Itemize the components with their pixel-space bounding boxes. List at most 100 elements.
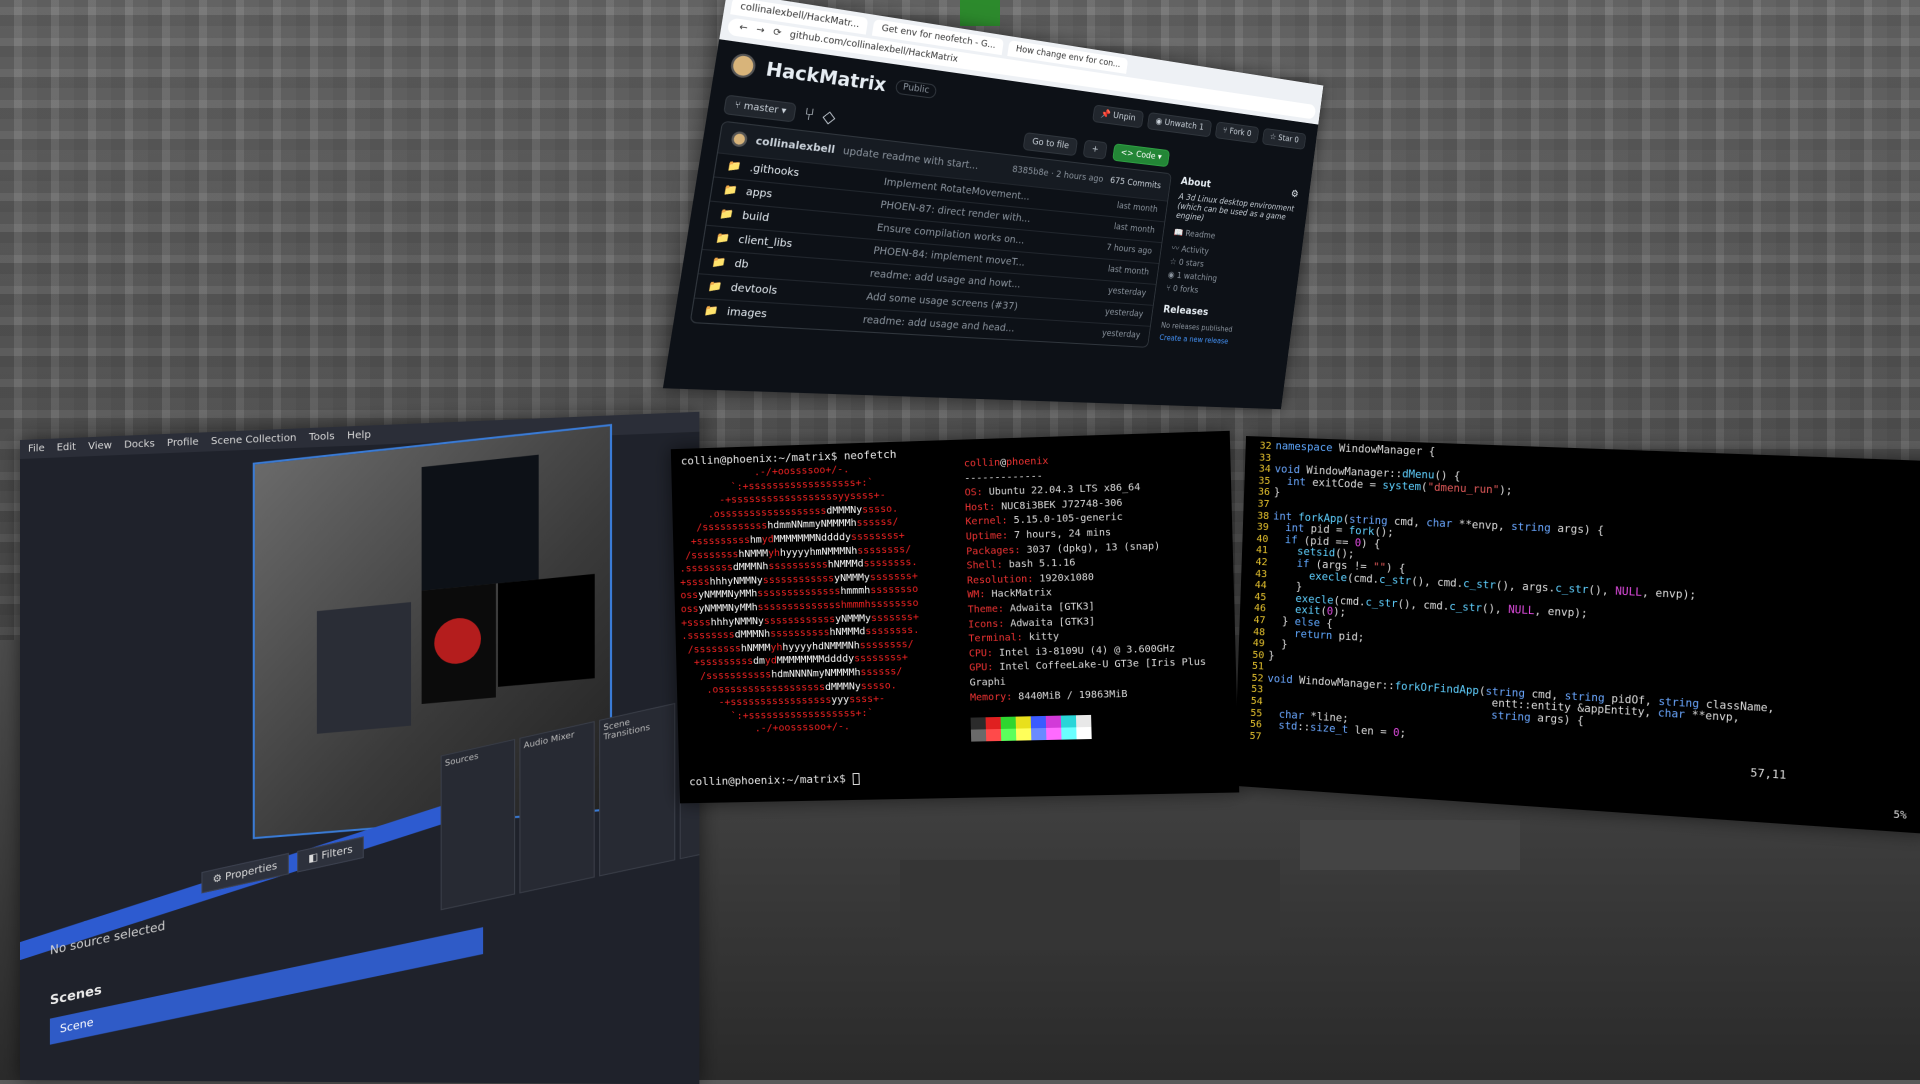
- sources-dock[interactable]: Sources: [441, 739, 515, 910]
- voxel-block: [1300, 820, 1520, 870]
- folder-icon: 📁: [711, 256, 727, 269]
- line-number: 44: [1247, 579, 1267, 592]
- scroll-percent: 5%: [1893, 809, 1907, 822]
- line-number: 46: [1246, 603, 1266, 616]
- menu-scene-collection[interactable]: Scene Collection: [211, 433, 297, 448]
- palette-swatch: [986, 717, 1001, 729]
- folder-icon: 📁: [715, 232, 731, 245]
- branches-icon[interactable]: ⑂: [803, 103, 816, 124]
- vim-code-window[interactable]: 32 33 34 35 36 37 38 39 40 41 42 43 44 45 46 47 48 49 50 51…: [1234, 436, 1920, 834]
- palette-swatch: [1001, 729, 1016, 741]
- obs-studio-window[interactable]: File Edit View Docks Profile Scene Colle…: [20, 412, 699, 1084]
- palette-swatch: [971, 717, 986, 729]
- code-icon: <>: [1120, 148, 1137, 159]
- line-number: 57: [1241, 730, 1261, 743]
- cursor: [852, 773, 859, 785]
- go-to-file-button[interactable]: Go to file: [1023, 132, 1078, 156]
- ubuntu-ascii-logo: .-/+oossssoo+/-. `:+ssssssssssssssssss+:…: [677, 460, 972, 766]
- line-number: 40: [1248, 533, 1268, 546]
- fork-count: 0: [1246, 129, 1252, 139]
- commit-count[interactable]: 675 Commits: [1109, 176, 1161, 191]
- gear-icon[interactable]: ⚙: [1290, 188, 1299, 201]
- folder-icon: 📁: [707, 281, 723, 294]
- audio-mixer-dock[interactable]: Audio Mixer: [519, 721, 594, 894]
- neofetch-info: collin@phoenix ------------- OS: Ubuntu …: [964, 449, 1238, 742]
- preview-github-window: [422, 455, 539, 591]
- palette-swatch: [1046, 728, 1061, 740]
- preview-neofetch-logo: [422, 584, 496, 705]
- line-number: 37: [1249, 498, 1269, 510]
- menu-help[interactable]: Help: [347, 430, 371, 442]
- line-number: 42: [1247, 556, 1267, 569]
- cursor-position: 57,11: [1750, 766, 1787, 782]
- palette-swatch: [1016, 716, 1031, 728]
- about-description: A 3d Linux desktop environment (which ca…: [1175, 192, 1297, 232]
- scenes-title: Scenes: [50, 983, 102, 1009]
- menu-view[interactable]: View: [88, 440, 112, 452]
- line-number: 43: [1247, 568, 1267, 581]
- palette-swatch: [971, 729, 986, 741]
- terminal-window[interactable]: collin@phoenix:~/matrix$ neofetch .-/+oo…: [671, 431, 1239, 804]
- scene-list-item[interactable]: Scene: [50, 927, 483, 1045]
- preview-code-window: [498, 574, 595, 687]
- folder-icon: 📁: [722, 184, 738, 197]
- line-number: 41: [1248, 545, 1268, 558]
- folder-icon: 📁: [719, 208, 735, 221]
- line-number: 35: [1250, 475, 1270, 487]
- avatar: [730, 131, 748, 148]
- about-title: About: [1180, 175, 1212, 191]
- menu-edit[interactable]: Edit: [57, 442, 76, 454]
- line-number: 45: [1246, 591, 1266, 604]
- line-number: 36: [1250, 487, 1270, 499]
- reload-icon[interactable]: ⟳: [772, 27, 782, 39]
- visibility-badge: Public: [895, 79, 937, 99]
- palette-swatch: [1061, 715, 1076, 727]
- line-number: 38: [1249, 510, 1269, 522]
- line-number: 34: [1251, 463, 1271, 475]
- fork-button[interactable]: ⑂ Fork 0: [1215, 121, 1260, 143]
- line-number: 33: [1251, 452, 1271, 464]
- about-panel: About ⚙ A 3d Linux desktop environment (…: [1158, 175, 1299, 355]
- repo-name[interactable]: HackMatrix: [764, 58, 887, 96]
- folder-icon: 📁: [703, 305, 719, 318]
- palette-swatch: [986, 729, 1001, 741]
- filter-icon: ◧: [308, 851, 321, 865]
- source-code[interactable]: namespace WindowManager { void WindowMan…: [1266, 441, 1784, 764]
- menu-file[interactable]: File: [28, 443, 45, 455]
- folder-icon: 📁: [726, 160, 742, 173]
- gear-icon: ⚙: [213, 872, 225, 886]
- palette-swatch: [1046, 716, 1061, 728]
- terminal-input-line[interactable]: collin@phoenix:~/matrix$: [689, 772, 859, 788]
- unwatch-button[interactable]: ◉ Unwatch 1: [1147, 112, 1212, 137]
- menu-profile[interactable]: Profile: [167, 437, 199, 449]
- hostname: phoenix: [1006, 456, 1049, 468]
- branch-selector[interactable]: ⑂ master ▾: [723, 94, 797, 122]
- commit-meta: 8385b8e · 2 hours ago: [1011, 165, 1103, 185]
- palette-swatch: [1076, 727, 1091, 739]
- star-count: 0: [1294, 136, 1299, 146]
- unpin-button[interactable]: 📌 Unpin: [1092, 104, 1144, 128]
- tag-icon[interactable]: ◇: [821, 106, 837, 128]
- add-file-button[interactable]: +: [1083, 139, 1108, 159]
- palette-swatch: [1061, 727, 1076, 739]
- line-number: 32: [1251, 440, 1271, 452]
- line-number: 39: [1249, 521, 1269, 534]
- star-button[interactable]: ☆ Star 0: [1262, 128, 1307, 150]
- scene-transitions-dock[interactable]: Scene Transitions: [599, 703, 675, 877]
- avatar[interactable]: [729, 52, 757, 79]
- palette-swatch: [1001, 717, 1016, 729]
- palette-swatch: [1031, 716, 1046, 728]
- palette-swatch: [1031, 728, 1046, 740]
- menu-docks[interactable]: Docks: [124, 438, 155, 450]
- releases-title: Releases: [1162, 303, 1283, 323]
- username: collin: [964, 457, 1000, 469]
- back-icon[interactable]: ←: [738, 22, 748, 34]
- palette-swatch: [1016, 728, 1031, 740]
- preview-obs-window: [317, 602, 411, 734]
- green-voxel: [960, 0, 1000, 26]
- palette-swatch: [1076, 715, 1091, 727]
- code-button[interactable]: <> Code ▾: [1112, 143, 1170, 167]
- forward-icon[interactable]: →: [755, 25, 765, 37]
- menu-tools[interactable]: Tools: [309, 431, 335, 443]
- commit-author[interactable]: collinalexbell: [755, 135, 836, 156]
